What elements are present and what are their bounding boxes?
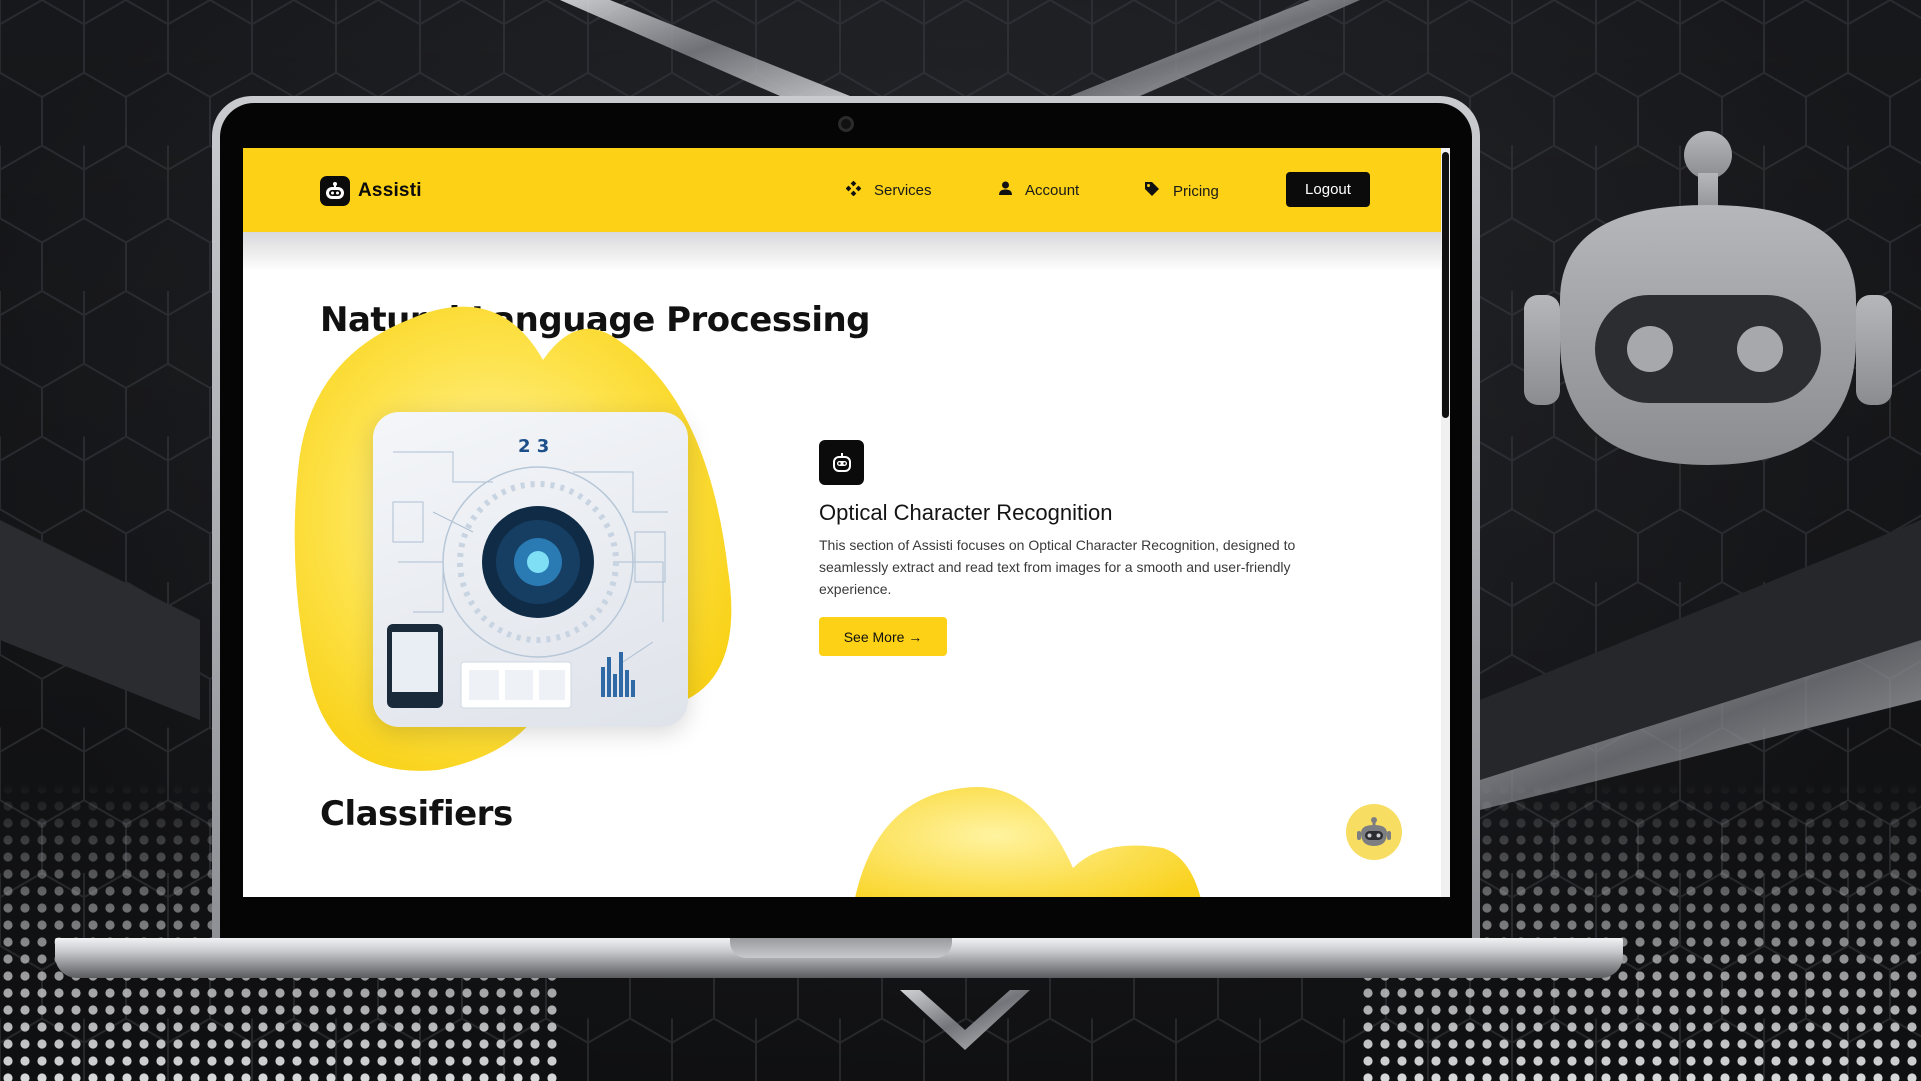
scrollbar-thumb[interactable] xyxy=(1442,152,1449,418)
see-more-button[interactable]: See More → xyxy=(819,617,947,656)
robot-logo-icon xyxy=(320,176,350,206)
laptop-screen: Assisti Services Account Pricing Logout … xyxy=(243,148,1450,897)
brand-logo[interactable]: Assisti xyxy=(320,176,422,206)
tag-icon xyxy=(1144,181,1160,201)
feature-title: Optical Character Recognition xyxy=(819,500,1113,525)
nav-account-label: Account xyxy=(1025,181,1080,199)
yellow-blob-decoration-2 xyxy=(855,787,1201,897)
user-icon xyxy=(999,181,1012,199)
navbar-shadow xyxy=(243,232,1441,272)
feature-description: This section of Assisti focuses on Optic… xyxy=(819,537,1296,597)
nav-pricing[interactable]: Pricing xyxy=(1144,181,1219,201)
brand-name: Assisti xyxy=(358,180,422,201)
feature-robot-icon xyxy=(819,440,864,485)
see-more-label: See More → xyxy=(843,628,923,645)
chatbot-launcher-button[interactable] xyxy=(1346,804,1402,860)
laptop-opening-notch xyxy=(730,938,952,958)
webcam-icon xyxy=(838,116,854,132)
nav-pricing-label: Pricing xyxy=(1173,182,1219,200)
top-navbar: Assisti Services Account Pricing Logout xyxy=(243,148,1441,232)
logout-button[interactable]: Logout xyxy=(1286,172,1370,207)
robot-mascot-icon xyxy=(1524,131,1892,465)
nav-account[interactable]: Account xyxy=(999,181,1079,199)
chatbot-robot-icon xyxy=(1357,817,1391,846)
ocr-illustration: 2 3 xyxy=(373,412,688,727)
image-digits: 2 3 xyxy=(518,436,549,457)
diamond-grid-icon xyxy=(845,180,862,200)
nav-services-label: Services xyxy=(874,182,932,199)
section-title-classifiers: Classifiers xyxy=(320,794,513,834)
nav-services[interactable]: Services xyxy=(845,180,932,200)
